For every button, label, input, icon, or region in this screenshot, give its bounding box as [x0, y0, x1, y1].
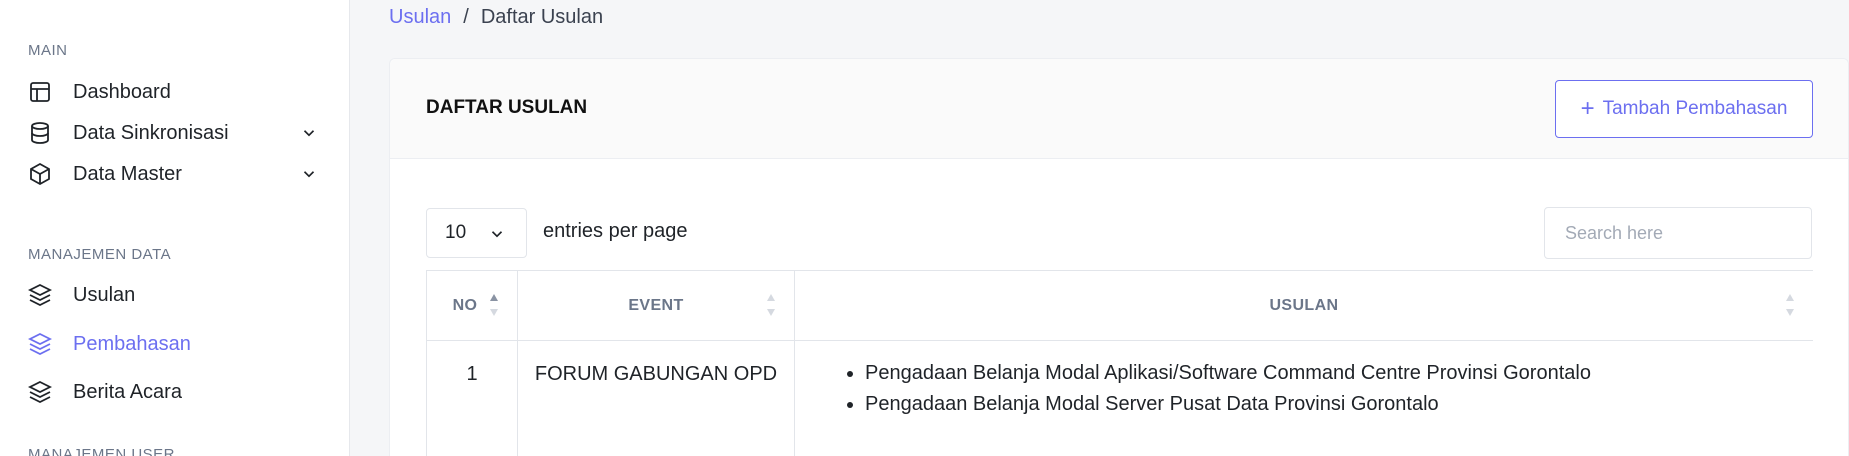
entries-value: 10	[445, 222, 467, 243]
column-header-label: USULAN	[1269, 296, 1339, 314]
cell-no: 1	[426, 341, 517, 456]
sort-icon	[1785, 292, 1795, 318]
sidebar-item-label: Dashboard	[73, 80, 171, 103]
sidebar-item-pembahasan[interactable]: Pembahasan	[28, 326, 318, 362]
tambah-pembahasan-label: Tambah Pembahasan	[1602, 98, 1788, 119]
sidebar-item-label: Usulan	[73, 283, 136, 306]
cell-event: FORUM GABUNGAN OPD	[517, 341, 794, 456]
table-row[interactable]: 1 FORUM GABUNGAN OPD Pengadaan Belanja M…	[426, 341, 1813, 456]
column-header-label: EVENT	[628, 296, 684, 314]
layout-icon	[28, 80, 52, 104]
usulan-list: Pengadaan Belanja Modal Aplikasi/Softwar…	[843, 361, 1813, 416]
cell-usulan: Pengadaan Belanja Modal Aplikasi/Softwar…	[794, 341, 1813, 456]
usulan-list-item: Pengadaan Belanja Modal Aplikasi/Softwar…	[865, 361, 1813, 385]
sidebar-item-label: Pembahasan	[73, 332, 191, 355]
page-title: DAFTAR USULAN	[426, 97, 588, 118]
sidebar-item-data-sinkronisasi[interactable]: Data Sinkronisasi	[28, 115, 318, 151]
usulan-list-item: Pengadaan Belanja Modal Server Pusat Dat…	[865, 392, 1813, 416]
layers-icon	[28, 332, 52, 356]
breadcrumb: Usulan / Daftar Usulan	[389, 6, 603, 29]
sidebar-item-label: Data Master	[73, 162, 182, 185]
column-header-event[interactable]: EVENT	[517, 271, 794, 340]
chevron-down-icon	[300, 124, 318, 142]
entries-per-page-label: entries per page	[543, 220, 688, 242]
usulan-table: NO EVENT USULAN 1 FORUM GABUNGAN OPD • P…	[426, 270, 1813, 456]
sidebar-item-label: Berita Acara	[73, 380, 182, 403]
section-title-manajemen-user: MANAJEMEN USER	[28, 446, 176, 456]
sort-icon	[489, 292, 499, 318]
plus-icon: +	[1580, 95, 1595, 122]
table-header-row: NO EVENT USULAN	[426, 271, 1813, 341]
sidebar-item-usulan[interactable]: Usulan	[28, 277, 318, 313]
sidebar-item-label: Data Sinkronisasi	[73, 121, 229, 144]
tambah-pembahasan-button[interactable]: + Tambah Pembahasan	[1555, 80, 1813, 138]
chevron-down-icon	[300, 165, 318, 183]
layers-icon	[28, 283, 52, 307]
usulan-card: DAFTAR USULAN + Tambah Pembahasan 10 ent…	[389, 58, 1849, 456]
card-header: DAFTAR USULAN + Tambah Pembahasan	[390, 59, 1848, 159]
sidebar-item-berita-acara[interactable]: Berita Acara	[28, 374, 318, 410]
sidebar-item-data-master[interactable]: Data Master	[28, 156, 318, 192]
breadcrumb-link-usulan[interactable]: Usulan	[389, 6, 451, 29]
sidebar-item-dashboard[interactable]: Dashboard	[28, 74, 318, 110]
column-header-label: NO	[452, 296, 478, 314]
layers-icon	[28, 380, 52, 404]
sidebar: MAIN Dashboard Data Sinkronisasi Data Ma…	[0, 0, 350, 456]
entries-per-page-select[interactable]: 10	[426, 208, 527, 258]
column-header-usulan[interactable]: USULAN	[794, 271, 1813, 340]
database-icon	[28, 121, 52, 145]
box-icon	[28, 162, 52, 186]
column-header-no[interactable]: NO	[426, 271, 517, 340]
section-title-main: MAIN	[28, 42, 68, 59]
chevron-down-icon	[488, 225, 506, 243]
table-body: 1 FORUM GABUNGAN OPD Pengadaan Belanja M…	[426, 341, 1813, 456]
sort-icon	[766, 292, 776, 318]
section-title-manajemen-data: MANAJEMEN DATA	[28, 246, 172, 263]
breadcrumb-separator: /	[463, 6, 469, 28]
breadcrumb-current: Daftar Usulan	[480, 6, 604, 28]
search-input[interactable]	[1544, 207, 1812, 259]
